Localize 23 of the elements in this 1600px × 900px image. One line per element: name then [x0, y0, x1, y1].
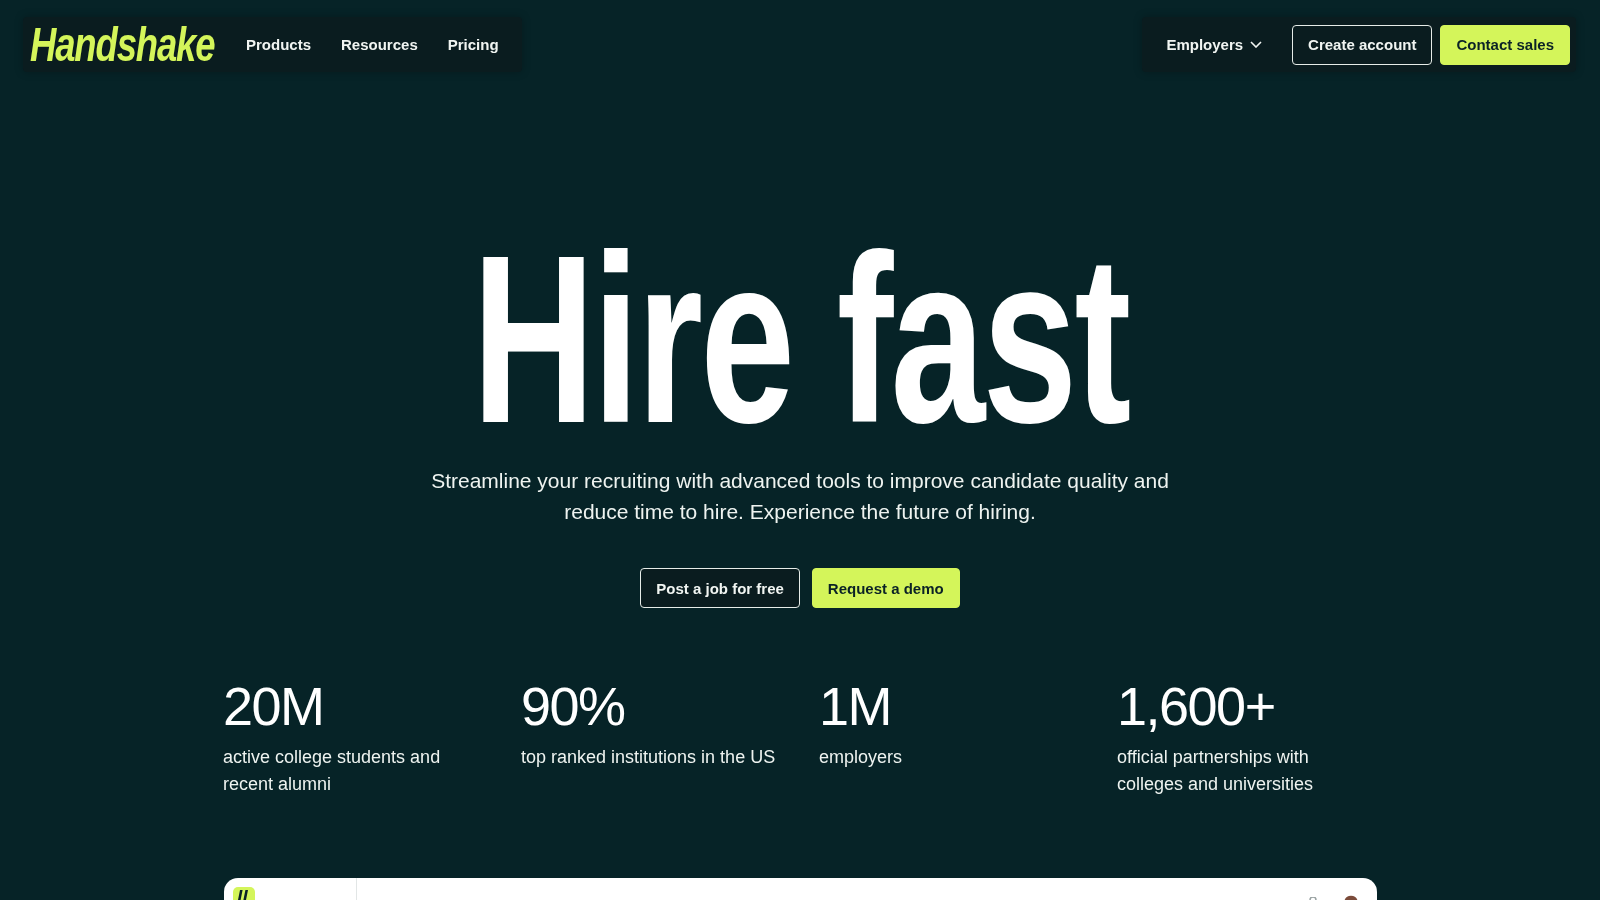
- primary-button[interactable]: Contact sales: [1440, 24, 1570, 65]
- secondary-button[interactable]: Create account: [1292, 24, 1433, 65]
- nav-link[interactable]: Pricing: [447, 36, 499, 53]
- stat-label: employers: [819, 746, 904, 769]
- nav-link[interactable]: Resources: [341, 36, 418, 53]
- ring-icon: [1308, 897, 1317, 900]
- stat-value: 1M: [819, 679, 892, 733]
- stat-value: 1,600+: [1117, 679, 1276, 733]
- stat-value: 20M: [223, 679, 325, 733]
- secondary-button[interactable]: Post a job for free: [640, 568, 800, 608]
- avatar-icon: [1343, 895, 1358, 900]
- stat-value: 90%: [521, 679, 626, 733]
- nav-link[interactable]: Products: [246, 36, 311, 53]
- employers-menu[interactable]: Employers: [1166, 36, 1263, 53]
- logo[interactable]: Handshake: [30, 24, 215, 65]
- stat-label: top ranked institutions in the US: [521, 746, 777, 769]
- stat-label: active college students and recent alumni: [223, 746, 442, 796]
- stat-label: official partnerships with colleges and universities: [1117, 746, 1315, 796]
- hero-description: Streamline your recruiting with advanced tools to improve candidate quality and reduce time to hire. Experience the future of hiring.: [430, 468, 1170, 525]
- chevron-down-icon: [1250, 41, 1263, 48]
- hero-heading: Hire fast: [471, 249, 1129, 429]
- logo-icon: [232, 887, 255, 900]
- primary-button[interactable]: Request a demo: [811, 568, 960, 608]
